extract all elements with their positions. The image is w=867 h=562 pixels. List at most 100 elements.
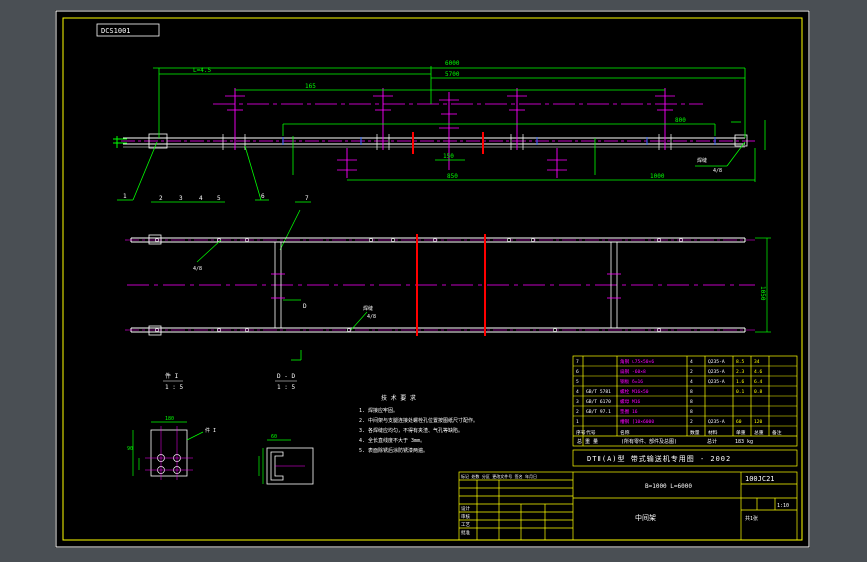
dim-b: 5700	[445, 71, 460, 78]
view-a-callout: 件 I	[205, 427, 216, 434]
parts-cell: 4.6	[754, 369, 763, 375]
parts-cell: 垫圈 16	[620, 408, 638, 415]
parts-header-cell: 备注	[772, 429, 782, 436]
parts-cell: 螺母 M16	[620, 398, 640, 405]
note-5: 5. 表面除锈后涂防锈漆两遍。	[359, 447, 428, 454]
parts-cell: 扁钢 -60×8	[620, 368, 646, 375]
parts-cell: 60	[736, 419, 742, 425]
parts-rows: 7 角钢 ∟75×50×6 4 Q235-A 8.5 346 扁钢 -60×8 2 Q235-A…	[573, 358, 797, 436]
parts-cell: 5	[576, 379, 579, 385]
dim-p: 180	[165, 416, 174, 422]
parts-cell: 螺栓 M16×50	[620, 388, 649, 395]
parts-cell: 0.1	[736, 389, 745, 395]
parts-header-cell: 名称	[620, 429, 630, 436]
side-elevation	[113, 88, 755, 178]
parts-cell: 120	[754, 419, 763, 425]
parts-cell: Q235-A	[708, 379, 725, 385]
parts-cell: GB/T 6170	[586, 399, 611, 405]
parts-cell: 2	[576, 409, 579, 415]
view-a-label: 件 I	[165, 372, 179, 380]
parts-cell: 3	[576, 399, 579, 405]
detail-d	[258, 439, 314, 485]
dim-d: 165	[305, 83, 316, 90]
view-b-label: D - D	[277, 373, 295, 380]
drawing-number: 100JC21	[745, 475, 775, 483]
balloon-5: 5	[217, 195, 221, 202]
parts-cell: 钢板 δ=16	[620, 378, 643, 385]
parts-cell: GB/T 5781	[586, 389, 611, 395]
dim-h: 150	[443, 153, 454, 160]
parts-footer-label: 总 重 量	[577, 438, 598, 445]
parts-header-cell: 序号	[576, 429, 586, 436]
parts-cell: 6	[576, 369, 579, 375]
balloon-6: 6	[261, 193, 265, 200]
note-2: 2. 中间架与支腿连接处螺栓孔位置按图纸尺寸配作。	[359, 417, 478, 424]
note-3: 3. 各焊缝应均匀，不得有夹渣、气孔等缺陷。	[359, 427, 463, 434]
parts-cell: GB/T 97.1	[586, 409, 611, 415]
revision-approve: 批准	[461, 529, 470, 536]
parts-cell: 1.6	[736, 379, 745, 385]
plan-view	[125, 234, 771, 361]
part-name: 中间架	[635, 513, 656, 522]
spec-text: B=1000 L=6000	[645, 483, 692, 490]
revision-design: 设计	[461, 505, 470, 512]
weld-size-2: 4/8	[193, 266, 202, 272]
outer-frame	[55, 10, 810, 548]
cad-viewport[interactable]: DCS1001 6000 5700 L=4.5 165 800 1000 850…	[0, 0, 867, 562]
parts-cell: 4	[576, 389, 579, 395]
detail-a	[132, 421, 204, 480]
code-box-text: DCS1001	[101, 27, 131, 35]
dim-r: 60	[271, 434, 277, 440]
note-1: 1. 焊接应牢固。	[359, 407, 398, 414]
parts-cell: 8	[690, 389, 693, 395]
parts-cell: 8.5	[736, 359, 745, 365]
weld-label-1: 焊缝	[697, 157, 707, 164]
revision-review: 审核	[461, 513, 470, 520]
top-dimensions	[153, 66, 766, 182]
drawing-sheet[interactable]: DCS1001 6000 5700 L=4.5 165 800 1000 850…	[55, 10, 810, 548]
parts-cell: 8	[690, 409, 693, 415]
balloon-7: 7	[305, 195, 309, 202]
revision-process: 工艺	[461, 522, 470, 528]
title-block	[458, 449, 798, 541]
parts-cell: 6.4	[754, 379, 763, 385]
parts-cell: 2.3	[736, 369, 745, 375]
parts-cell: Q235-A	[708, 419, 725, 425]
dim-g: 850	[447, 173, 458, 180]
parts-header-cell: 总重	[754, 429, 764, 436]
view-a-scale: 1 : 5	[165, 384, 183, 391]
parts-cell: 4	[690, 359, 693, 365]
dim-e: 800	[675, 117, 686, 124]
parts-footer-desc: (所有零件、部件及总图)	[621, 438, 677, 445]
parts-header-cell: 代号	[586, 429, 596, 436]
parts-footer-weight: 183 kg	[735, 439, 753, 445]
sheet-text: 共1张	[745, 515, 758, 522]
parts-header-cell: 数量	[690, 429, 700, 436]
weld-size-1: 4/8	[713, 168, 722, 174]
parts-header-cell: 单重	[736, 429, 746, 436]
dim-f: 1000	[650, 173, 665, 180]
parts-cell: Q235-A	[708, 359, 725, 365]
dim-a: 6000	[445, 60, 460, 67]
parts-cell: 2	[690, 369, 693, 375]
parts-cell: 34	[754, 359, 760, 365]
parts-header-cell: 材料	[708, 429, 718, 436]
balloon-leaders	[117, 141, 746, 251]
dim-k: 1050	[759, 286, 766, 301]
balloon-3: 3	[179, 195, 183, 202]
balloon-1: 1	[123, 193, 127, 200]
parts-footer-total: 总计	[707, 438, 717, 445]
dim-c: L=4.5	[193, 67, 211, 74]
view-b-callout: D	[303, 303, 307, 310]
parts-cell: 0.8	[754, 389, 763, 395]
balloon-2: 2	[159, 195, 163, 202]
dim-q: 90	[127, 446, 133, 452]
weld-label-2: 焊缝	[363, 305, 373, 312]
parts-cell: 1	[576, 419, 579, 425]
notes-title: 技 术 要 求	[381, 394, 416, 402]
drawing-canvas: DCS1001 6000 5700 L=4.5 165 800 1000 850…	[55, 10, 810, 548]
note-4: 4. 全长直线度不大于 3mm。	[359, 437, 425, 444]
series-title: DTⅡ(A)型 带式输送机专用图 - 2002	[587, 454, 731, 463]
parts-cell: 2	[690, 419, 693, 425]
parts-cell: 角钢 ∟75×50×6	[620, 358, 654, 365]
